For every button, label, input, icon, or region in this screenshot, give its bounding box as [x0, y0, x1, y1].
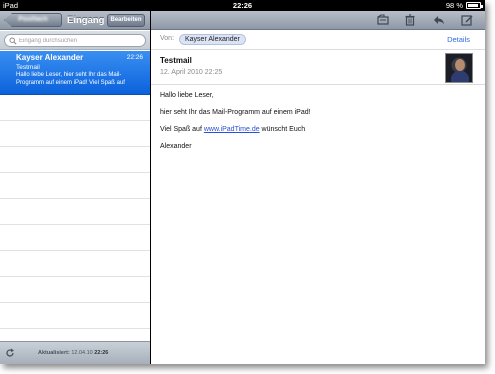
battery-percent: 98 % [445, 1, 463, 10]
search-field[interactable] [4, 34, 146, 47]
message-sender: Kayser Alexander [16, 53, 84, 62]
message-preview: Hallo liebe Leser, hier seht Ihr das Mai… [16, 72, 125, 86]
message-subject: Testmail [16, 64, 40, 71]
message-list: Kayser Alexander 22:26 Testmail Hallo li… [0, 51, 150, 347]
battery-icon [466, 2, 483, 9]
body-line-with-link: Viel Spaß auf www.iPadTime.de wünscht Eu… [160, 125, 470, 134]
reply-icon[interactable] [433, 14, 445, 26]
empty-list-row [0, 225, 150, 251]
body-text: Viel Spaß auf [160, 126, 204, 133]
message-list-item-selected[interactable]: Kayser Alexander 22:26 Testmail Hallo li… [0, 51, 150, 95]
message-time: 22:26 [126, 54, 143, 61]
edit-button[interactable]: Bearbeiten [107, 14, 145, 27]
clock: 22:26 [232, 1, 253, 10]
empty-list-row [0, 147, 150, 173]
compose-icon[interactable] [461, 14, 473, 26]
message-toolbar [151, 11, 485, 30]
last-updated-label: Aktualisiert: [38, 350, 70, 356]
body-signature: Alexander [160, 143, 192, 150]
last-updated: Aktualisiert: 12.04.10 22:26 [38, 348, 108, 358]
trash-icon[interactable] [404, 14, 416, 26]
body-text: wünscht Euch [259, 126, 306, 133]
body-greeting: Hallo liebe Leser, [160, 92, 214, 99]
details-link[interactable]: Details [447, 35, 470, 44]
mailbox-toolbar: Postfach Eingang Bearbeiten [0, 11, 150, 30]
from-label: Von: [160, 35, 175, 42]
folder-icon[interactable] [377, 14, 389, 26]
subject-area: Testmail 12. April 2010 22:25 [151, 51, 485, 85]
mailbox-footer: Aktualisiert: 12.04.10 22:26 [0, 341, 150, 364]
last-updated-date: 12.04.10 [71, 350, 93, 356]
empty-list-row [0, 95, 150, 121]
status-bar: iPad 22:26 98 % [0, 0, 485, 11]
mailbox-title: Eingang [67, 15, 105, 26]
message-subject-heading: Testmail [160, 56, 192, 65]
search-input[interactable] [19, 35, 139, 46]
avatar [445, 53, 473, 83]
back-button-label: Postfach [18, 16, 48, 23]
message-date: 12. April 2010 22:25 [160, 69, 223, 76]
mailbox-pane: Postfach Eingang Bearbeiten Kayser Alexa… [0, 11, 150, 364]
search-bar [0, 31, 150, 50]
empty-list-row [0, 199, 150, 225]
message-pane: Von: Kayser Alexander Details Testmail 1… [151, 11, 485, 364]
sender-chip[interactable]: Kayser Alexander [179, 34, 246, 45]
empty-list-row [0, 251, 150, 277]
message-body: Hallo liebe Leser, hier seht Ihr das Mai… [160, 91, 470, 159]
empty-list-row [0, 277, 150, 303]
body-line: hier seht Ihr das Mail-Programm auf eine… [160, 109, 311, 116]
ipad-screen: iPad 22:26 98 % Postfach Eingang Bearbei… [0, 0, 485, 364]
search-icon [9, 37, 17, 45]
empty-list-row [0, 303, 150, 329]
message-header: Von: Kayser Alexander Details [151, 31, 485, 50]
empty-list-row [0, 173, 150, 199]
last-updated-time: 22:26 [94, 350, 109, 356]
refresh-icon[interactable] [5, 348, 15, 358]
empty-list-row [0, 121, 150, 147]
website-link[interactable]: www.iPadTime.de [204, 126, 260, 133]
back-button[interactable]: Postfach [4, 13, 62, 27]
